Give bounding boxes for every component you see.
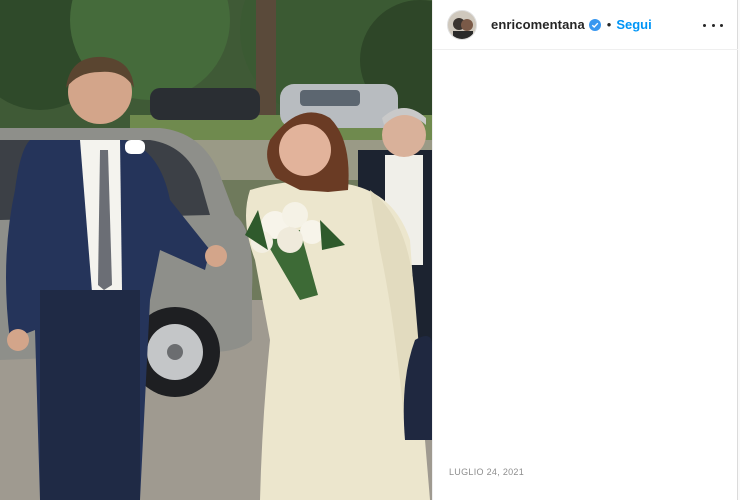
username-link[interactable]: enricomentana bbox=[491, 17, 585, 32]
more-dot-3 bbox=[720, 23, 723, 27]
wedding-photo-illustration bbox=[0, 0, 432, 500]
post-sidebar: enricomentana • Segui LUGLIO 24, 2021 bbox=[432, 0, 739, 500]
more-dot-2 bbox=[711, 23, 715, 27]
more-options-icon[interactable] bbox=[703, 15, 723, 35]
verified-badge-icon bbox=[588, 18, 601, 31]
post-photo[interactable] bbox=[0, 0, 432, 500]
follow-button[interactable]: Segui bbox=[616, 17, 651, 32]
instagram-post: enricomentana • Segui LUGLIO 24, 2021 bbox=[0, 0, 740, 500]
avatar[interactable] bbox=[447, 9, 477, 40]
post-header: enricomentana • Segui bbox=[433, 0, 739, 50]
avatar-image bbox=[448, 10, 476, 39]
more-dot-1 bbox=[703, 23, 706, 27]
separator-dot: • bbox=[606, 17, 612, 32]
post-date[interactable]: LUGLIO 24, 2021 bbox=[449, 467, 524, 477]
